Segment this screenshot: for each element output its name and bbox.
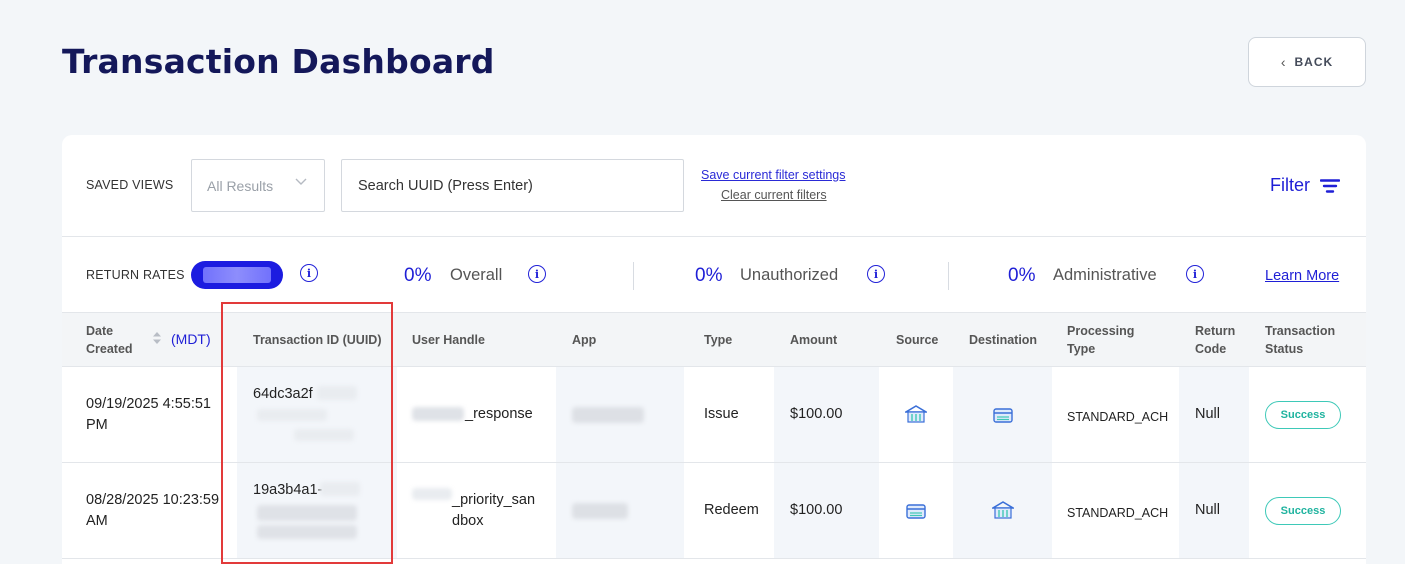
clear-filter-link[interactable]: Clear current filters: [721, 188, 827, 202]
transaction-id-cell[interactable]: 64dc3a2f: [253, 384, 313, 405]
user-handle-cell: _priority_san dbox: [452, 492, 536, 529]
filter-button[interactable]: Filter: [1270, 175, 1340, 196]
unauthorized-rate-value: 0%: [695, 265, 723, 286]
timezone-label: (MDT): [171, 331, 211, 347]
page-title: Transaction Dashboard: [62, 42, 495, 81]
overall-rate-label: Overall: [450, 266, 503, 284]
search-uuid-input[interactable]: [341, 159, 684, 212]
table-row[interactable]: 08/28/2025 10:23:59 AM 19a3b4a1- _priori…: [62, 463, 1366, 559]
status-badge: Success: [1265, 401, 1341, 429]
filter-icon: [1320, 178, 1340, 193]
col-date-created[interactable]: Date Created: [86, 322, 146, 358]
administrative-rate-value: 0%: [1008, 265, 1036, 286]
overall-rate-value: 0%: [404, 265, 432, 286]
status-badge: Success: [1265, 497, 1341, 525]
col-type: Type: [704, 333, 733, 347]
filter-bar: SAVED VIEWS All Results Save current fil…: [62, 135, 1366, 237]
col-transaction-id: Transaction ID (UUID): [253, 333, 382, 347]
saved-views-label: SAVED VIEWS: [86, 178, 174, 192]
saved-views-value: All Results: [207, 177, 274, 194]
table-header: Date Created (MDT) Transaction ID (UUID)…: [62, 313, 1366, 367]
chevron-left-icon: ‹: [1280, 54, 1287, 70]
return-code-cell: Null: [1195, 406, 1220, 422]
learn-more-link[interactable]: Learn More: [1265, 268, 1339, 284]
col-processing-type: Processing Type: [1067, 324, 1135, 356]
col-transaction-status: Transaction Status: [1265, 324, 1336, 356]
user-handle-cell: _response: [465, 406, 533, 422]
amount-cell: $100.00: [790, 502, 843, 518]
type-cell: Redeem: [704, 502, 759, 518]
saved-views-select[interactable]: All Results: [191, 159, 325, 212]
dashboard-card: SAVED VIEWS All Results Save current fil…: [62, 135, 1366, 564]
table-row[interactable]: 09/19/2025 4:55:51 PM 64dc3a2f _response…: [62, 367, 1366, 463]
amount-cell: $100.00: [790, 406, 843, 422]
return-rate-pill: [191, 261, 283, 289]
info-icon[interactable]: i: [867, 265, 885, 283]
info-icon[interactable]: i: [1186, 265, 1204, 283]
card-icon: [993, 408, 1013, 423]
back-button[interactable]: ‹ BACK: [1248, 37, 1366, 87]
sort-icon[interactable]: [153, 332, 161, 344]
card-icon: [906, 504, 926, 519]
info-icon[interactable]: i: [300, 264, 318, 282]
return-code-cell: Null: [1195, 502, 1220, 518]
col-app: App: [572, 333, 597, 347]
filter-label: Filter: [1270, 175, 1310, 195]
col-amount: Amount: [790, 333, 838, 347]
col-destination: Destination: [969, 333, 1038, 347]
transaction-id-cell[interactable]: 19a3b4a1-: [253, 480, 322, 501]
col-source: Source: [896, 333, 939, 347]
bank-icon: [992, 501, 1014, 519]
administrative-rate-label: Administrative: [1053, 266, 1157, 284]
date-created-cell: 09/19/2025 4:55:51 PM: [86, 396, 211, 433]
back-button-label: BACK: [1294, 55, 1334, 69]
return-rates-label: RETURN RATES: [86, 268, 185, 282]
unauthorized-rate-label: Unauthorized: [740, 266, 839, 284]
chevron-down-icon: [295, 178, 307, 185]
processing-type-cell: STANDARD_ACH: [1067, 410, 1169, 424]
save-filter-link[interactable]: Save current filter settings: [701, 168, 846, 182]
date-created-cell: 08/28/2025 10:23:59 AM: [86, 492, 220, 529]
bank-icon: [905, 405, 927, 423]
col-return-code: Return Code: [1195, 324, 1236, 356]
return-rates-bar: RETURN RATES i 0% Overall i 0% Unauthori…: [62, 237, 1366, 313]
col-user-handle: User Handle: [412, 333, 485, 347]
type-cell: Issue: [704, 406, 739, 422]
info-icon[interactable]: i: [528, 265, 546, 283]
processing-type-cell: STANDARD_ACH: [1067, 506, 1169, 520]
